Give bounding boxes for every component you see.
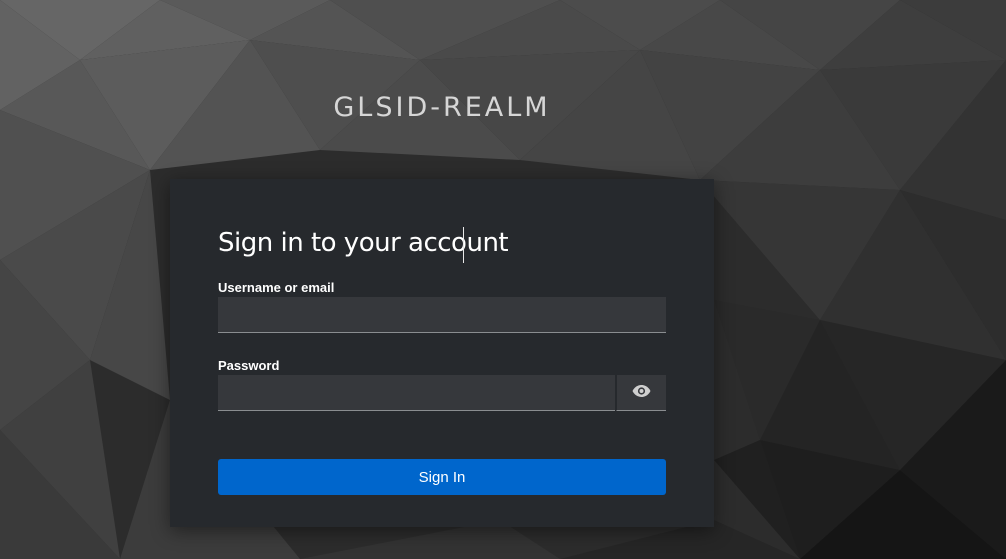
realm-title: GLSID-REALM: [333, 92, 551, 123]
password-input[interactable]: [218, 375, 615, 411]
username-label: Username or email: [218, 280, 335, 295]
sign-in-button[interactable]: Sign In: [218, 459, 666, 495]
password-label: Password: [218, 358, 280, 373]
username-input[interactable]: [218, 297, 666, 333]
text-cursor: [463, 227, 464, 263]
show-password-button[interactable]: [616, 375, 666, 411]
page-title: Sign in to your account: [218, 228, 509, 258]
eye-icon: [632, 385, 651, 400]
login-card: Sign in to your account Username or emai…: [170, 179, 714, 527]
